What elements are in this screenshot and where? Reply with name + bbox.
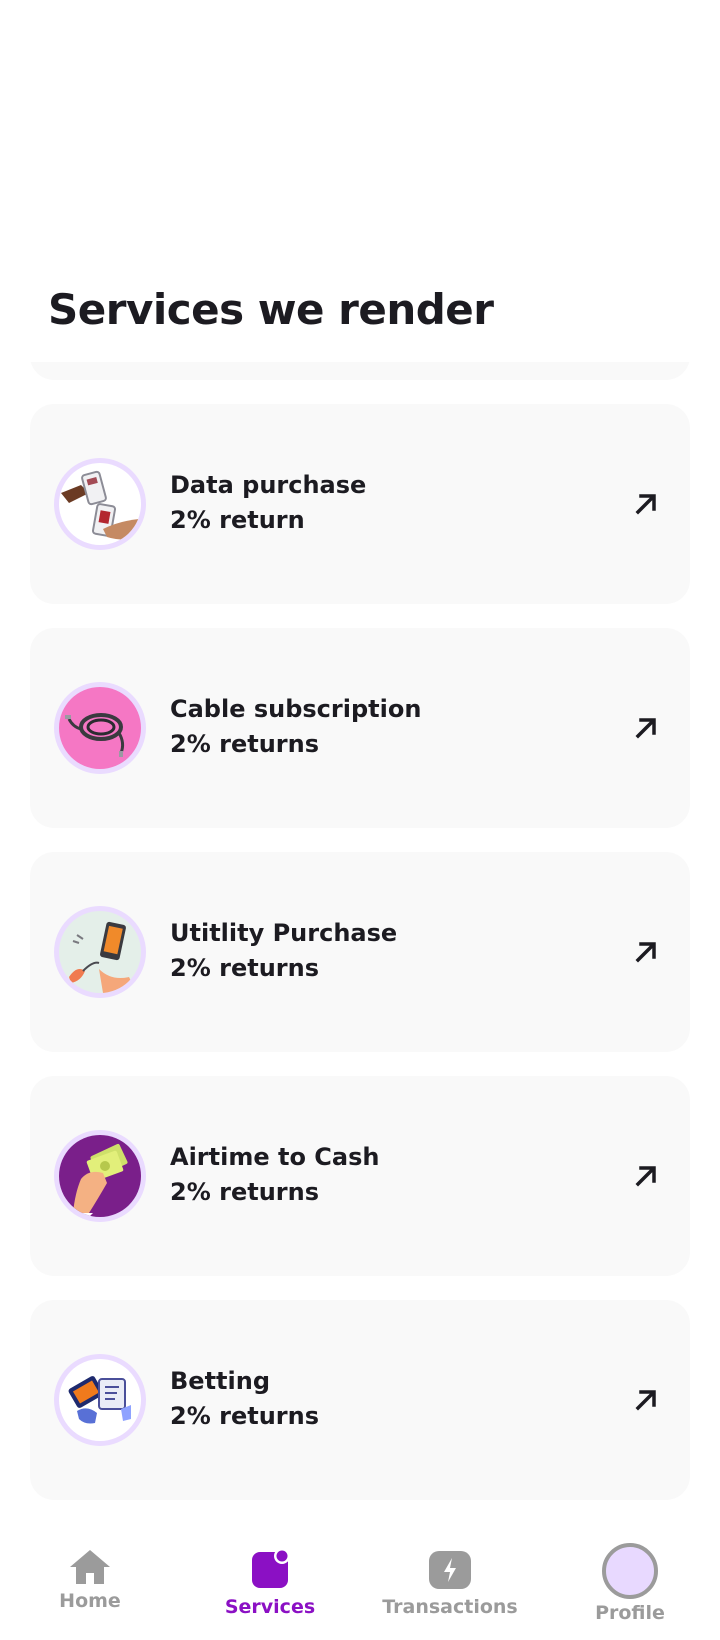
service-return: 2% returns: [170, 730, 319, 758]
service-card-cable-subscription[interactable]: Cable subscription 2% returns: [30, 628, 690, 828]
utility-image: [59, 911, 141, 993]
service-name: Utitlity Purchase: [170, 919, 398, 947]
nav-label-transactions: Transactions: [382, 1596, 518, 1618]
arrow-up-right-icon[interactable]: [632, 714, 660, 742]
service-name: Cable subscription: [170, 695, 422, 723]
service-name: Data purchase: [170, 471, 367, 499]
service-avatar: [54, 682, 146, 774]
cable-image: [59, 687, 141, 769]
service-card-betting[interactable]: Betting 2% returns: [30, 1300, 690, 1500]
nav-item-services[interactable]: Services: [180, 1528, 360, 1640]
page-title: Services we render: [48, 285, 494, 334]
arrow-up-right-icon[interactable]: [632, 490, 660, 518]
services-icon: [252, 1548, 290, 1588]
service-text: Data purchase 2% return: [170, 468, 366, 538]
service-return: 2% returns: [170, 1402, 319, 1430]
service-avatar: [54, 1354, 146, 1446]
arrow-up-right-icon[interactable]: [632, 1386, 660, 1414]
service-name: Betting: [170, 1367, 271, 1395]
services-list[interactable]: Data purchase 2% return Cable subscripti…: [0, 362, 720, 1528]
service-name: Airtime to Cash: [170, 1143, 380, 1171]
service-text: Betting 2% returns: [170, 1364, 319, 1434]
arrow-up-right-icon[interactable]: [632, 1162, 660, 1190]
service-avatar: [54, 906, 146, 998]
service-text: Cable subscription 2% returns: [170, 692, 421, 762]
profile-avatar-icon: [602, 1543, 658, 1599]
service-avatar: [54, 458, 146, 550]
service-text: Airtime to Cash 2% returns: [170, 1140, 379, 1210]
service-card-data-purchase[interactable]: Data purchase 2% return: [30, 404, 690, 604]
arrow-up-right-icon[interactable]: [632, 938, 660, 966]
lightning-icon: [429, 1551, 471, 1589]
service-avatar: [54, 1130, 146, 1222]
home-icon: [70, 1550, 110, 1584]
airtime-cash-image: [59, 1135, 141, 1217]
service-return: 2% returns: [170, 954, 319, 982]
nav-label-profile: Profile: [595, 1602, 665, 1624]
bottom-nav: Home Services Transactions Profile: [0, 1528, 720, 1640]
service-card-hidden[interactable]: [30, 362, 690, 380]
service-return: 2% return: [170, 506, 305, 534]
nav-item-transactions[interactable]: Transactions: [360, 1528, 540, 1640]
nav-item-profile[interactable]: Profile: [540, 1528, 720, 1640]
data-purchase-image: [59, 463, 141, 545]
betting-image: [59, 1359, 141, 1441]
nav-label-home: Home: [59, 1590, 121, 1612]
service-text: Utitlity Purchase 2% returns: [170, 916, 397, 986]
nav-label-services: Services: [224, 1596, 316, 1618]
nav-item-home[interactable]: Home: [0, 1528, 180, 1640]
service-card-utility-purchase[interactable]: Utitlity Purchase 2% returns: [30, 852, 690, 1052]
service-return: 2% returns: [170, 1178, 319, 1206]
service-card-airtime-to-cash[interactable]: Airtime to Cash 2% returns: [30, 1076, 690, 1276]
